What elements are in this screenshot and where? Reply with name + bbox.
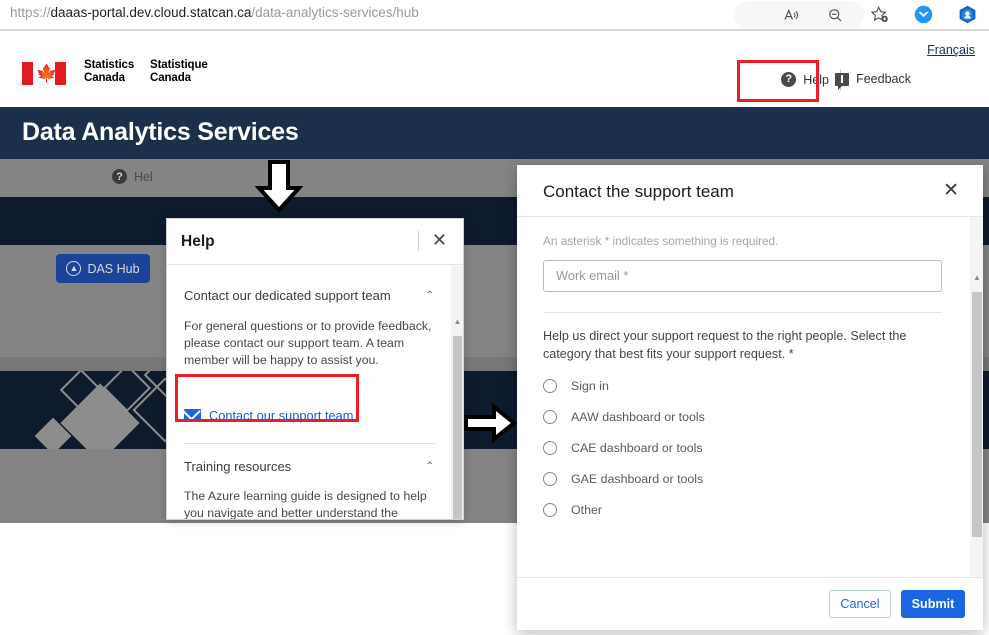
cancel-button[interactable]: Cancel xyxy=(829,590,891,618)
page-title-banner: Data Analytics Services xyxy=(0,107,989,159)
accordion-heading-label: Training resources xyxy=(184,459,292,474)
screenshot-root: https://daaas-portal.dev.cloud.statcan.c… xyxy=(0,0,989,635)
page-title: Data Analytics Services xyxy=(22,118,299,146)
radio-option-label: AAW dashboard or tools xyxy=(571,410,705,424)
radio-option-cae[interactable]: CAE dashboard or tools xyxy=(543,437,933,459)
radio-button-icon[interactable] xyxy=(543,379,557,393)
modal-body: An asterisk * indicates something is req… xyxy=(517,217,983,577)
scroll-up-icon[interactable]: ▲ xyxy=(972,273,982,282)
modal-scrollbar[interactable]: ▲ ▼ xyxy=(970,217,983,621)
radio-option-label: CAE dashboard or tools xyxy=(571,441,703,455)
help-panel-body: Contact our dedicated support team ⌃ For… xyxy=(167,266,463,520)
browser-toolbar: https://daaas-portal.dev.cloud.statcan.c… xyxy=(0,0,989,31)
modal-title: Contact the support team xyxy=(543,182,734,201)
help-flyout-panel: Help ✕ Contact our dedicated support tea… xyxy=(166,218,464,520)
close-icon[interactable]: ✕ xyxy=(943,181,959,200)
feedback-button-label: Feedback xyxy=(856,72,911,86)
radio-button-icon[interactable] xyxy=(543,503,557,517)
accordion-training-resources[interactable]: Training resources ⌃ xyxy=(184,459,434,474)
chevron-up-icon: ⌃ xyxy=(425,461,434,472)
canada-flag-icon: 🍁 xyxy=(22,62,66,85)
help-panel-scrollbar[interactable]: ▲ xyxy=(451,266,463,519)
radio-button-icon[interactable] xyxy=(543,441,557,455)
radio-option-sign-in[interactable]: Sign in xyxy=(543,375,933,397)
url-host: daaas-portal.dev.cloud.statcan.ca xyxy=(50,5,252,20)
radio-option-gae[interactable]: GAE dashboard or tools xyxy=(543,468,933,490)
accordion-heading-label: Contact our dedicated support team xyxy=(184,288,391,303)
down-arrow-annotation xyxy=(254,160,304,219)
submit-button[interactable]: Submit xyxy=(901,590,965,618)
radio-option-label: GAE dashboard or tools xyxy=(571,472,704,486)
question-mark-icon: ? xyxy=(781,72,797,87)
right-arrow-annotation xyxy=(464,402,518,448)
background-help-label: Hel xyxy=(134,169,153,184)
feedback-button[interactable]: Feedback xyxy=(835,72,911,90)
site-header: 🍁 Statistics Canada Statistique Canada F… xyxy=(0,31,989,107)
radio-option-aaw[interactable]: AAW dashboard or tools xyxy=(543,406,933,428)
home-icon: ▲ xyxy=(66,261,82,276)
help-button-label: Help xyxy=(803,72,829,87)
category-prompt: Help us direct your support request to t… xyxy=(543,329,907,361)
contact-support-modal: Contact the support team ✕ An asterisk *… xyxy=(517,165,983,630)
accordion-contact-support[interactable]: Contact our dedicated support team ⌃ xyxy=(184,288,434,303)
help-panel-title: Help xyxy=(181,233,215,250)
read-aloud-icon[interactable] xyxy=(769,0,813,29)
help-panel-header: Help ✕ xyxy=(167,219,463,265)
close-icon[interactable]: ✕ xyxy=(432,231,447,249)
modal-header: Contact the support team ✕ xyxy=(517,165,983,217)
mail-icon xyxy=(184,409,201,422)
radio-option-other[interactable]: Other xyxy=(543,499,933,521)
help-panel-divider xyxy=(184,443,436,444)
extension-icon[interactable] xyxy=(901,0,945,29)
url-prefix: https:// xyxy=(10,5,51,20)
modal-divider xyxy=(543,312,942,313)
wordmark-french: Statistique Canada xyxy=(150,59,208,84)
help-button[interactable]: ? Help xyxy=(781,72,829,87)
radio-option-label: Other xyxy=(571,503,602,517)
scrollbar-thumb[interactable] xyxy=(972,292,982,537)
wordmark-english: Statistics Canada xyxy=(84,59,135,84)
zoom-out-icon[interactable] xyxy=(813,0,857,29)
required-field-note: An asterisk * indicates something is req… xyxy=(543,234,779,248)
das-hub-label: DAS Hub xyxy=(87,261,140,276)
das-hub-button[interactable]: ▲ DAS Hub xyxy=(56,254,150,283)
contact-support-team-link[interactable]: Contact our support team xyxy=(184,408,353,423)
scroll-up-icon[interactable]: ▲ xyxy=(453,317,462,326)
radio-button-icon[interactable] xyxy=(543,472,557,486)
contact-support-team-label: Contact our support team xyxy=(209,408,354,423)
question-mark-icon: ? xyxy=(112,169,127,184)
feedback-icon xyxy=(835,72,850,90)
scrollbar-thumb[interactable] xyxy=(453,336,462,519)
address-bar[interactable]: https://daaas-portal.dev.cloud.statcan.c… xyxy=(10,5,419,20)
accordion-training-body: The Azure learning guide is designed to … xyxy=(184,489,427,520)
radio-button-icon[interactable] xyxy=(543,410,557,424)
accordion-contact-body: For general questions or to provide feed… xyxy=(184,319,432,367)
chevron-up-icon: ⌃ xyxy=(425,290,434,301)
help-panel-header-divider xyxy=(418,231,419,251)
background-help-button[interactable]: ? Hel xyxy=(112,169,153,184)
url-path: /data-analytics-services/hub xyxy=(251,5,419,20)
add-favorite-icon[interactable] xyxy=(857,0,901,29)
browser-profile-icon[interactable] xyxy=(945,0,989,29)
browser-actions xyxy=(769,0,989,29)
work-email-input[interactable]: Work email * xyxy=(543,260,942,292)
language-toggle-francais[interactable]: Français xyxy=(927,43,975,57)
radio-option-label: Sign in xyxy=(571,379,609,393)
modal-footer: Cancel Submit xyxy=(517,577,983,630)
